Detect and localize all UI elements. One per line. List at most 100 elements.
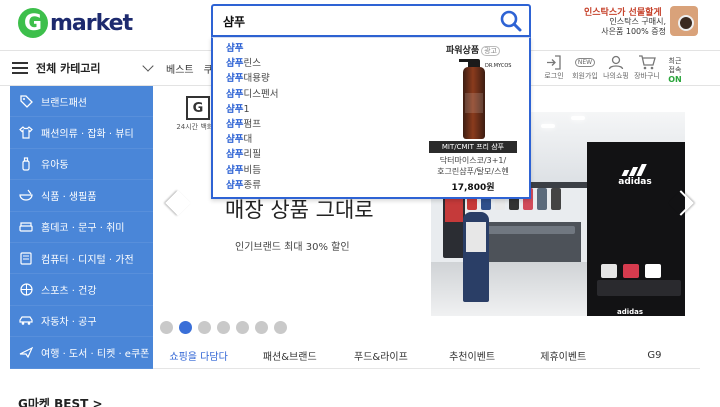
all-categories-button[interactable]: 전체 카테고리 <box>12 51 154 85</box>
signup-button[interactable]: NEW 회원가입 <box>571 54 599 86</box>
banner-prev-arrow[interactable] <box>163 188 181 218</box>
category-panel: 브랜드패션 패션의류 · 잡화 · 뷰티 유아동 식품 · 생필품 홈데코 · … <box>10 86 153 369</box>
banner-tab-g9[interactable]: G9 <box>609 343 700 368</box>
slide-dot[interactable] <box>217 321 230 334</box>
banner-next-arrow[interactable] <box>676 188 694 218</box>
suggestion-item[interactable]: 샴푸펌프 <box>213 117 413 132</box>
promo-line-1: 인스탁스 구매시, <box>609 17 666 26</box>
login-button[interactable]: 로그인 <box>540 54 568 86</box>
search-input[interactable] <box>223 12 483 30</box>
bottle-icon <box>18 156 34 172</box>
utility-menu: 로그인 NEW 회원가입 나의쇼핑 장바구니 최근 접속 ON <box>540 54 686 86</box>
category-label: 홈데코 · 문구 · 취미 <box>41 223 125 235</box>
ad-caption: MIT/CMIT 프리 샴푸 <box>429 141 517 153</box>
recent-line-1: 최근 <box>668 56 682 65</box>
banner-tab-recommended-event[interactable]: 추천이벤트 <box>427 343 518 368</box>
category-auto[interactable]: 자동차 · 공구 <box>10 306 153 338</box>
logo-wordmark: market <box>50 10 133 36</box>
banner-tab-food-life[interactable]: 푸드&라이프 <box>335 343 426 368</box>
adidas-logo: adidas <box>611 164 659 187</box>
login-icon <box>544 54 564 71</box>
search-box <box>211 4 531 37</box>
logo-g-mark: G <box>18 8 48 38</box>
power-product-ad[interactable]: 파워상품 광고 DR.MYCOS MIT/CMIT 프리 샴푸 닥터마이스코/3+… <box>423 43 523 193</box>
cart-label: 장바구니 <box>634 72 660 80</box>
suggestion-item[interactable]: 샴푸대용량 <box>213 71 413 86</box>
category-sports[interactable]: 스포츠 · 건강 <box>10 274 153 306</box>
promo-subtitle: 인스탁스 구매시, 사은품 100% 증정 <box>596 17 666 37</box>
suggestion-item[interactable]: 샴푸종류 <box>213 178 413 193</box>
user-icon <box>606 54 626 71</box>
recent-line-2: 접속 <box>668 65 682 74</box>
my-shopping-button[interactable]: 나의쇼핑 <box>602 54 630 86</box>
gmarket-logo[interactable]: G market <box>18 8 133 38</box>
slide-dots <box>160 321 287 334</box>
banner-tabs: 쇼핑을 다담다 패션&브랜드 푸드&라이프 추천이벤트 제휴이벤트 G9 <box>153 343 700 369</box>
category-home[interactable]: 홈데코 · 문구 · 취미 <box>10 212 153 243</box>
slide-dot[interactable] <box>160 321 173 334</box>
suggestion-item[interactable]: 샴푸디스펜서 <box>213 87 413 102</box>
ball-icon <box>18 282 34 298</box>
category-label: 여행 · 도서 · 티켓 · e쿠폰 <box>41 348 150 360</box>
category-label: 패션의류 · 잡화 · 뷰티 <box>41 129 134 141</box>
instax-promo-banner[interactable]: 인스탁스가 선물할게 인스탁스 구매시, 사은품 100% 증정 <box>582 2 716 42</box>
suggestion-item[interactable]: 샴푸대 <box>213 132 413 147</box>
category-label: 유아동 <box>41 160 69 172</box>
suggestion-item[interactable]: 샴푸비듬 <box>213 163 413 178</box>
badge-g-mark: G <box>186 96 210 120</box>
category-label: 브랜드패션 <box>41 97 87 109</box>
banner-tab-fashion-brand[interactable]: 패션&브랜드 <box>244 343 335 368</box>
suggestion-list: 샴푸 샴푸린스 샴푸대용량 샴푸디스펜서 샴푸1 샴푸펌프 샴푸대 샴푸리필 샴… <box>213 41 413 193</box>
category-fashion-beauty[interactable]: 패션의류 · 잡화 · 뷰티 <box>10 117 153 149</box>
category-label: 컴퓨터 · 디지털 · 가전 <box>41 254 134 266</box>
category-kids[interactable]: 유아동 <box>10 149 153 181</box>
cart-button[interactable]: 장바구니 <box>633 54 661 86</box>
banner-tab-partner-event[interactable]: 제휴이벤트 <box>518 343 609 368</box>
category-label: 스포츠 · 건강 <box>41 286 97 298</box>
suggestion-item[interactable]: 샴푸 <box>213 41 413 56</box>
recent-view-toggle[interactable]: 최근 접속 ON <box>664 54 686 86</box>
ad-brand: DR.MYCOS <box>485 63 512 69</box>
login-label: 로그인 <box>544 72 564 80</box>
recent-on-status: ON <box>668 74 682 84</box>
category-label: 식품 · 생필품 <box>41 191 97 203</box>
camera-image <box>670 6 698 36</box>
shirt-icon <box>18 125 34 141</box>
suggestion-item[interactable]: 샴푸1 <box>213 102 413 117</box>
food-icon <box>18 187 34 203</box>
category-label: 자동차 · 공구 <box>41 317 97 329</box>
slide-dot[interactable] <box>236 321 249 334</box>
banner-subtitle: 인기브랜드 최대 30% 할인 <box>235 242 350 253</box>
car-icon <box>18 313 34 329</box>
promo-line-2: 사은품 100% 증정 <box>601 27 666 36</box>
slide-dot[interactable] <box>255 321 268 334</box>
slide-dot[interactable] <box>198 321 211 334</box>
ad-product-name: 닥터마이스코/3+1/ 호그린샴푸/탈모/스헨 <box>437 156 509 176</box>
slide-dot[interactable] <box>274 321 287 334</box>
plane-icon <box>18 344 34 360</box>
nav-link-best[interactable]: 베스트 <box>166 61 194 76</box>
suggestion-item[interactable]: 샴푸리필 <box>213 147 413 162</box>
suggestion-item[interactable]: 샴푸린스 <box>213 56 413 71</box>
shampoo-product-image: DR.MYCOS MIT/CMIT 프리 샴푸 <box>423 59 523 153</box>
my-shopping-label: 나의쇼핑 <box>603 72 629 80</box>
signup-label: 회원가입 <box>572 72 598 80</box>
chevron-down-icon <box>142 60 154 72</box>
category-brand-fashion[interactable]: 브랜드패션 <box>10 86 153 118</box>
ad-tag: 광고 <box>481 46 500 56</box>
nav-links: 베스트 쿠 <box>166 61 213 76</box>
search-autocomplete-dropdown: 샴푸 샴푸린스 샴푸대용량 샴푸디스펜서 샴푸1 샴푸펌프 샴푸대 샴푸리필 샴… <box>211 37 531 199</box>
adidas-logo-small: adidas <box>617 308 644 316</box>
ad-price: 17,800원 <box>451 183 495 193</box>
home-icon <box>18 219 34 235</box>
tag-icon <box>18 93 34 109</box>
search-icon[interactable] <box>499 9 523 33</box>
gmarket-best-heading[interactable]: G마켓 BEST > <box>18 395 103 407</box>
slide-dot[interactable] <box>179 321 192 334</box>
banner-tab-shopping[interactable]: 쇼핑을 다담다 <box>153 343 244 368</box>
ad-heading: 파워상품 광고 <box>423 43 523 56</box>
category-travel[interactable]: 여행 · 도서 · 티켓 · e쿠폰 <box>10 337 153 369</box>
category-food[interactable]: 식품 · 생필품 <box>10 180 153 212</box>
category-digital[interactable]: 컴퓨터 · 디지털 · 가전 <box>10 243 153 275</box>
monitor-icon <box>18 250 34 266</box>
